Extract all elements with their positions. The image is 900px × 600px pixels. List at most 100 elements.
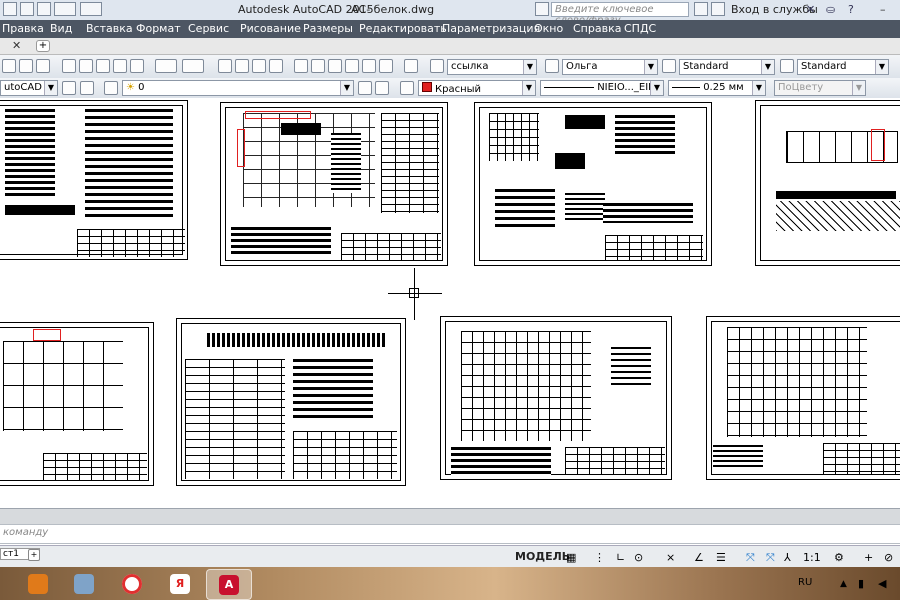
close-tab-icon[interactable]: ✕: [12, 39, 21, 52]
color-icon[interactable]: [400, 81, 414, 95]
menu-tools[interactable]: Сервис: [188, 22, 229, 35]
volume-icon[interactable]: ◀: [878, 577, 886, 590]
new-file-icon[interactable]: [3, 2, 17, 16]
match-properties-icon[interactable]: [2, 59, 16, 73]
menu-help[interactable]: Справка: [573, 22, 621, 35]
annotation-icon[interactable]: ⤧: [746, 551, 758, 564]
text-style-select[interactable]: ссылка ▼: [447, 59, 537, 75]
layer-properties-icon[interactable]: [104, 81, 118, 95]
tray-arrow-icon[interactable]: ▲: [840, 579, 847, 589]
menu-insert[interactable]: Вставка: [86, 22, 133, 35]
tool-palettes-icon[interactable]: [328, 59, 342, 73]
paste-icon[interactable]: [96, 59, 110, 73]
gear-icon[interactable]: ⚙: [834, 551, 846, 564]
taskbar-yandex-browser[interactable]: [110, 569, 154, 598]
user-icon[interactable]: [711, 2, 725, 16]
ortho-icon[interactable]: ∟: [616, 551, 628, 564]
save-icon[interactable]: [20, 2, 34, 16]
plus-icon[interactable]: +: [864, 551, 876, 564]
otrack-icon[interactable]: ∠: [694, 551, 706, 564]
linetype-select[interactable]: NIEIO..._EIIEY_ ▼: [540, 80, 664, 96]
taskbar-media-player[interactable]: [16, 569, 60, 598]
settings-icon[interactable]: [62, 81, 76, 95]
quickcalc-icon[interactable]: [379, 59, 393, 73]
new-tab-button[interactable]: +: [36, 40, 50, 52]
mleader-style-select[interactable]: Standard ▼: [797, 59, 889, 75]
paste-special-icon[interactable]: [113, 59, 127, 73]
publish-icon[interactable]: [36, 59, 50, 73]
snap-icon[interactable]: ⋮: [594, 551, 606, 564]
lightbulb-icon: ☀: [126, 82, 135, 93]
polar-icon[interactable]: ⊙: [634, 551, 646, 564]
menu-dimension[interactable]: Размеры: [303, 22, 353, 35]
search-icon[interactable]: [694, 2, 708, 16]
command-history: [0, 508, 900, 525]
dim-style-icon[interactable]: [545, 59, 559, 73]
annotation-scale[interactable]: 1:1: [803, 551, 821, 564]
search-input[interactable]: Введите ключевое слово/фразу: [551, 2, 689, 26]
pan-icon[interactable]: [218, 59, 232, 73]
isolate-icon[interactable]: ⊘: [884, 551, 896, 564]
layer-previous-icon[interactable]: [375, 81, 389, 95]
help-icon[interactable]: ?: [848, 3, 854, 16]
mleader-style-icon[interactable]: [780, 59, 794, 73]
network-icon[interactable]: ▮: [858, 577, 864, 590]
layer-select[interactable]: ☀ 0 ▼: [122, 80, 354, 96]
zoom-icon[interactable]: [19, 59, 33, 73]
menu-format[interactable]: Формат: [136, 22, 181, 35]
print-icon[interactable]: [37, 2, 51, 16]
autoscale-icon[interactable]: ⤧: [766, 551, 778, 564]
grid-icon[interactable]: ▦: [566, 551, 578, 564]
x-icon[interactable]: ✕: [806, 3, 815, 16]
undo-tb-icon[interactable]: [155, 59, 177, 73]
workspace-icon[interactable]: [80, 81, 94, 95]
menu-modify[interactable]: Редактировать: [359, 22, 447, 35]
plot-style-select[interactable]: ПоЦвету ▼: [774, 80, 866, 96]
help-tb-icon[interactable]: [404, 59, 418, 73]
design-center-icon[interactable]: [311, 59, 325, 73]
color-select[interactable]: Красный ▼: [418, 80, 536, 96]
exchange-icon[interactable]: ⛀: [826, 3, 835, 16]
menu-edit[interactable]: Правка: [2, 22, 44, 35]
annotation-visibility-icon[interactable]: ⅄: [784, 551, 796, 564]
chevron-down-icon: ▼: [340, 81, 353, 95]
lineweight-select[interactable]: 0.25 мм ▼: [668, 80, 766, 96]
table-style-icon[interactable]: [662, 59, 676, 73]
sheet-set-icon[interactable]: [345, 59, 359, 73]
title-bar: Autodesk AutoCAD 2015 АС- белок.dwg Введ…: [0, 0, 900, 26]
menu-draw[interactable]: Рисование: [240, 22, 301, 35]
zoom-window-icon[interactable]: [252, 59, 266, 73]
drawing-canvas[interactable]: [0, 98, 900, 508]
language-indicator[interactable]: RU: [798, 577, 812, 588]
zoom-realtime-icon[interactable]: [235, 59, 249, 73]
workspace-select[interactable]: utoCAD ▼: [0, 80, 58, 96]
properties-icon[interactable]: [294, 59, 308, 73]
model-toggle[interactable]: МОДЕЛЬ: [515, 550, 570, 563]
undo-icon[interactable]: [54, 2, 76, 16]
menu-parametric[interactable]: Параметризация: [442, 22, 540, 35]
redo-icon[interactable]: [80, 2, 102, 16]
zoom-previous-icon[interactable]: [269, 59, 283, 73]
cut-icon[interactable]: [62, 59, 76, 73]
search-expand-icon[interactable]: [535, 2, 549, 16]
signin-button[interactable]: Вход в службы: [731, 3, 818, 16]
osnap-icon[interactable]: ⨯: [666, 551, 678, 564]
menu-window[interactable]: Окно: [534, 22, 563, 35]
taskbar-calculator[interactable]: [62, 569, 106, 598]
command-input[interactable]: команду: [0, 524, 900, 544]
minimize-icon[interactable]: –: [880, 3, 886, 16]
lineweight-icon[interactable]: ☰: [716, 551, 728, 564]
text-style-icon[interactable]: [430, 59, 444, 73]
make-current-icon[interactable]: [358, 81, 372, 95]
menu-spds[interactable]: СПДС: [624, 22, 656, 35]
taskbar-autocad[interactable]: A: [206, 569, 252, 600]
add-layout-icon[interactable]: +: [28, 549, 40, 561]
taskbar-yandex[interactable]: Я: [158, 569, 202, 598]
table-style-select[interactable]: Standard ▼: [679, 59, 775, 75]
copy-icon[interactable]: [79, 59, 93, 73]
dim-style-select[interactable]: Ольга ▼: [562, 59, 658, 75]
menu-view[interactable]: Вид: [50, 22, 72, 35]
redo-tb-icon[interactable]: [182, 59, 204, 73]
markup-icon[interactable]: [362, 59, 376, 73]
match-icon[interactable]: [130, 59, 144, 73]
